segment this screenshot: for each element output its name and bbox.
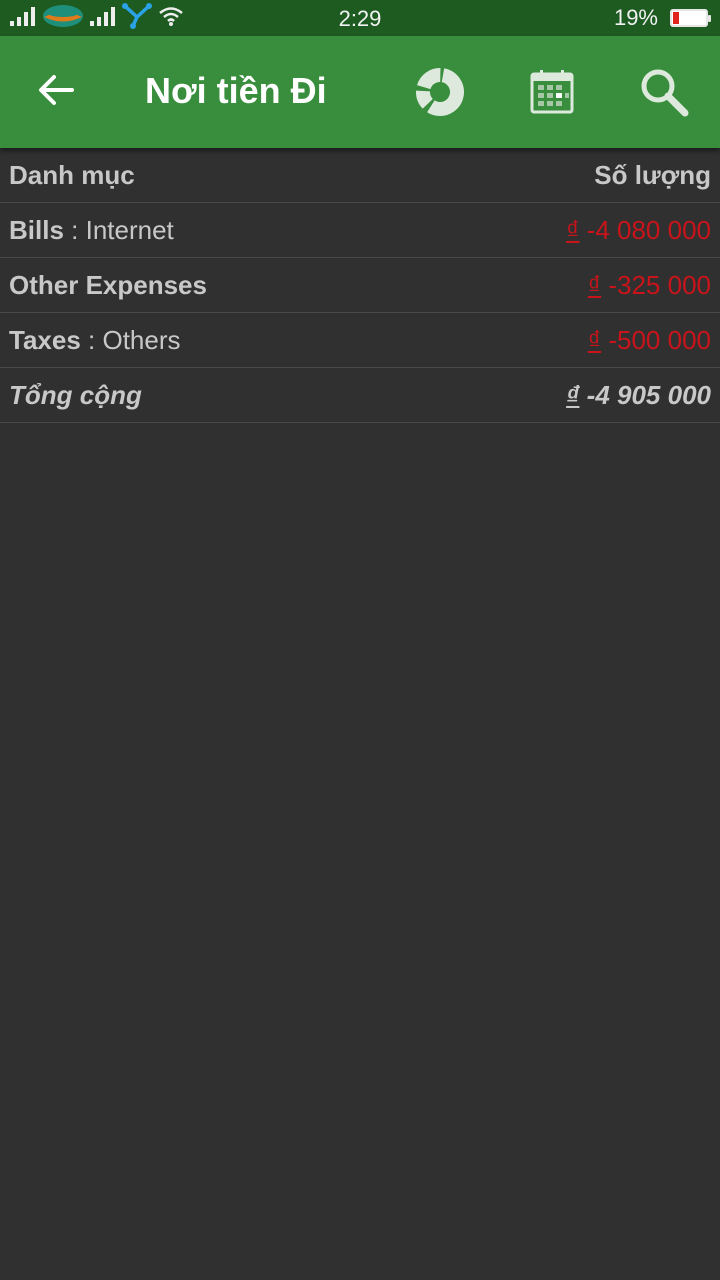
total-amount: ₫ -4 905 000 (566, 380, 711, 411)
wifi-icon (158, 5, 184, 32)
battery-percent: 19% (613, 5, 658, 30)
row-category: Bills : Internet (9, 215, 174, 246)
back-arrow-icon (38, 74, 74, 111)
expense-table: Danh mục Số lượng Bills : Internet ₫ -4 … (0, 148, 720, 423)
currency-symbol: ₫ (566, 379, 580, 410)
total-label: Tổng cộng (9, 379, 142, 410)
chart-button[interactable] (412, 66, 468, 122)
amount-value: -325 000 (601, 269, 711, 300)
currency-symbol: ₫ (566, 214, 580, 245)
currency-symbol: ₫ (587, 324, 602, 355)
table-row[interactable]: Other Expenses ₫ -325 000 (0, 258, 720, 313)
header-category: Danh mục (9, 159, 135, 190)
battery-level (673, 12, 679, 24)
currency-symbol: ₫ (587, 269, 602, 300)
table-row[interactable]: Bills : Internet ₫ -4 080 000 (0, 203, 720, 258)
row-category: Taxes : Others (9, 325, 181, 356)
row-category: Other Expenses (9, 270, 207, 301)
category-name: Bills (9, 214, 64, 245)
back-button[interactable] (30, 66, 82, 118)
battery-icon (670, 9, 711, 27)
network-share-icon (122, 2, 152, 34)
row-amount: ₫ -4 080 000 (566, 215, 711, 246)
status-icons-left (10, 0, 184, 36)
category-name: Other Expenses (9, 269, 207, 300)
table-row[interactable]: Taxes : Others ₫ -500 000 (0, 313, 720, 368)
subcategory-name: : Internet (63, 214, 174, 245)
calendar-icon (529, 69, 575, 120)
search-icon (639, 67, 689, 122)
amount-value: -500 000 (601, 324, 711, 355)
search-button[interactable] (636, 66, 692, 122)
status-bar: 2:29 19% (0, 0, 720, 36)
app-bar: Nơi tiền Đi (0, 36, 720, 148)
calendar-button[interactable] (524, 66, 580, 122)
table-header: Danh mục Số lượng (0, 148, 720, 203)
header-amount: Số lượng (594, 159, 711, 190)
total-value: -4 905 000 (579, 379, 711, 410)
signal-strength-2-icon (90, 6, 116, 31)
category-name: Taxes (9, 324, 81, 355)
signal-strength-icon (10, 6, 36, 31)
amount-value: -4 080 000 (579, 214, 711, 245)
carrier-logo-icon (42, 4, 84, 33)
row-amount: ₫ -500 000 (588, 325, 711, 356)
page-title: Nơi tiền Đi (145, 70, 327, 111)
status-icons-right: 19% (613, 0, 711, 36)
donut-chart-icon (415, 67, 465, 122)
subcategory-name: : Others (80, 324, 181, 355)
row-amount: ₫ -325 000 (588, 270, 711, 301)
total-row: Tổng cộng ₫ -4 905 000 (0, 368, 720, 423)
